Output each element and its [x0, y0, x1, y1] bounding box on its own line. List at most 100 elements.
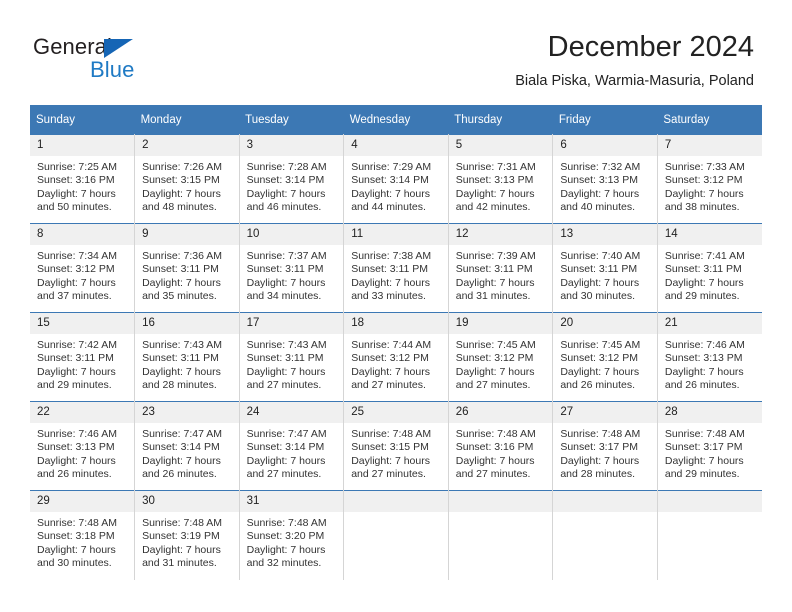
page-subtitle: Biala Piska, Warmia-Masuria, Poland [515, 73, 754, 89]
sunrise-text: Sunrise: 7:34 AM [37, 250, 117, 262]
sunset-text: Sunset: 3:11 PM [664, 263, 742, 276]
daylight-text-line1: Daylight: 7 hours [142, 276, 221, 289]
day-cell[interactable]: 2 Sunrise: 7:26 AM Sunset: 3:15 PM Dayli… [134, 134, 240, 224]
day-details: Sunrise: 7:48 AM Sunset: 3:19 PM Dayligh… [135, 512, 239, 571]
daylight-text-line1: Daylight: 7 hours [37, 365, 116, 378]
daylight-text-line1: Daylight: 7 hours [560, 276, 640, 289]
day-cell[interactable]: 8 Sunrise: 7:34 AM Sunset: 3:12 PM Dayli… [30, 223, 136, 313]
sunset-text: Sunset: 3:11 PM [246, 352, 324, 365]
sunrise-text: Sunrise: 7:33 AM [664, 161, 745, 173]
day-cell[interactable]: 17 Sunrise: 7:43 AM Sunset: 3:11 PM Dayl… [239, 312, 345, 402]
sunrise-text: Sunrise: 7:25 AM [37, 161, 117, 173]
daylight-text-line1: Daylight: 7 hours [351, 187, 430, 200]
daylight-text-line2: and 50 minutes. [37, 201, 112, 214]
day-details: Sunrise: 7:32 AM Sunset: 3:13 PM Dayligh… [553, 156, 657, 215]
day-details: Sunrise: 7:45 AM Sunset: 3:12 PM Dayligh… [553, 334, 657, 393]
day-details: Sunrise: 7:47 AM Sunset: 3:14 PM Dayligh… [135, 423, 239, 482]
sunset-text: Sunset: 3:11 PM [142, 263, 219, 276]
calendar-body: 1 Sunrise: 7:25 AM Sunset: 3:16 PM Dayli… [30, 134, 762, 580]
sunrise-text: Sunrise: 7:48 AM [37, 517, 117, 529]
day-cell[interactable]: 26 Sunrise: 7:48 AM Sunset: 3:16 PM Dayl… [448, 401, 554, 491]
daylight-text-line2: and 32 minutes. [246, 557, 322, 570]
day-cell[interactable]: 7 Sunrise: 7:33 AM Sunset: 3:12 PM Dayli… [657, 134, 762, 224]
sunrise-text: Sunrise: 7:32 AM [560, 161, 641, 173]
day-number [344, 491, 448, 512]
page-header: General Blue December 2024 Biala Piska, … [0, 0, 792, 100]
weekday-header-wednesday: Wednesday [343, 105, 449, 135]
daylight-text-line1: Daylight: 7 hours [246, 454, 326, 467]
sunrise-text: Sunrise: 7:28 AM [246, 161, 327, 173]
day-cell[interactable]: 12 Sunrise: 7:39 AM Sunset: 3:11 PM Dayl… [448, 223, 554, 313]
daylight-text-line2: and 27 minutes. [246, 379, 322, 392]
daylight-text-line2: and 30 minutes. [560, 290, 636, 303]
day-number: 7 [657, 135, 762, 156]
day-cell[interactable]: 16 Sunrise: 7:43 AM Sunset: 3:11 PM Dayl… [134, 312, 240, 402]
day-cell[interactable]: 11 Sunrise: 7:38 AM Sunset: 3:11 PM Dayl… [343, 223, 449, 313]
day-number: 6 [553, 135, 657, 156]
sunset-text: Sunset: 3:19 PM [142, 530, 220, 543]
week-row: 22 Sunrise: 7:46 AM Sunset: 3:13 PM Dayl… [30, 401, 762, 491]
day-cell[interactable]: 3 Sunrise: 7:28 AM Sunset: 3:14 PM Dayli… [239, 134, 345, 224]
sunset-text: Sunset: 3:12 PM [664, 174, 743, 187]
day-number: 12 [448, 224, 553, 245]
daylight-text-line1: Daylight: 7 hours [37, 187, 116, 200]
weekday-header-sunday: Sunday [30, 105, 135, 135]
sunrise-text: Sunrise: 7:47 AM [142, 428, 223, 440]
day-details: Sunrise: 7:48 AM Sunset: 3:18 PM Dayligh… [30, 512, 134, 571]
day-cell-empty [448, 490, 554, 580]
day-cell[interactable]: 4 Sunrise: 7:29 AM Sunset: 3:14 PM Dayli… [343, 134, 449, 224]
day-details: Sunrise: 7:39 AM Sunset: 3:11 PM Dayligh… [449, 245, 553, 304]
day-number: 15 [30, 313, 135, 334]
day-cell[interactable]: 15 Sunrise: 7:42 AM Sunset: 3:11 PM Dayl… [30, 312, 136, 402]
day-cell[interactable]: 9 Sunrise: 7:36 AM Sunset: 3:11 PM Dayli… [134, 223, 240, 313]
weekday-header-friday: Friday [552, 105, 658, 135]
sunset-text: Sunset: 3:14 PM [351, 174, 429, 187]
sunset-text: Sunset: 3:16 PM [37, 174, 115, 187]
day-cell[interactable]: 14 Sunrise: 7:41 AM Sunset: 3:11 PM Dayl… [657, 223, 762, 313]
day-cell[interactable]: 6 Sunrise: 7:32 AM Sunset: 3:13 PM Dayli… [552, 134, 658, 224]
daylight-text-line2: and 38 minutes. [664, 201, 740, 214]
daylight-text-line2: and 29 minutes. [37, 379, 112, 392]
day-cell[interactable]: 20 Sunrise: 7:45 AM Sunset: 3:12 PM Dayl… [552, 312, 658, 402]
day-cell-empty [343, 490, 449, 580]
day-cell[interactable]: 30 Sunrise: 7:48 AM Sunset: 3:19 PM Dayl… [134, 490, 240, 580]
daylight-text-line2: and 48 minutes. [142, 201, 217, 214]
day-number: 20 [553, 313, 657, 334]
daylight-text-line2: and 44 minutes. [351, 201, 426, 214]
day-number: 18 [344, 313, 448, 334]
day-cell[interactable]: 28 Sunrise: 7:48 AM Sunset: 3:17 PM Dayl… [657, 401, 762, 491]
day-number: 29 [30, 491, 135, 512]
day-cell[interactable]: 5 Sunrise: 7:31 AM Sunset: 3:13 PM Dayli… [448, 134, 554, 224]
day-cell[interactable]: 25 Sunrise: 7:48 AM Sunset: 3:15 PM Dayl… [343, 401, 449, 491]
day-details: Sunrise: 7:46 AM Sunset: 3:13 PM Dayligh… [658, 334, 762, 393]
day-cell[interactable]: 22 Sunrise: 7:46 AM Sunset: 3:13 PM Dayl… [30, 401, 136, 491]
day-cell[interactable]: 19 Sunrise: 7:45 AM Sunset: 3:12 PM Dayl… [448, 312, 554, 402]
daylight-text-line2: and 31 minutes. [455, 290, 531, 303]
day-cell[interactable]: 29 Sunrise: 7:48 AM Sunset: 3:18 PM Dayl… [30, 490, 136, 580]
sunset-text: Sunset: 3:20 PM [246, 530, 325, 543]
day-cell[interactable]: 18 Sunrise: 7:44 AM Sunset: 3:12 PM Dayl… [343, 312, 449, 402]
day-number: 22 [30, 402, 135, 423]
day-number: 16 [135, 313, 239, 334]
day-cell[interactable]: 24 Sunrise: 7:47 AM Sunset: 3:14 PM Dayl… [239, 401, 345, 491]
day-cell[interactable]: 31 Sunrise: 7:48 AM Sunset: 3:20 PM Dayl… [239, 490, 345, 580]
daylight-text-line2: and 29 minutes. [664, 468, 740, 481]
day-details: Sunrise: 7:34 AM Sunset: 3:12 PM Dayligh… [30, 245, 134, 304]
weekday-header-tuesday: Tuesday [239, 105, 344, 135]
day-number: 28 [657, 402, 762, 423]
daylight-text-line2: and 31 minutes. [142, 557, 217, 570]
day-cell[interactable]: 13 Sunrise: 7:40 AM Sunset: 3:11 PM Dayl… [552, 223, 658, 313]
day-cell[interactable]: 23 Sunrise: 7:47 AM Sunset: 3:14 PM Dayl… [134, 401, 240, 491]
day-cell[interactable]: 1 Sunrise: 7:25 AM Sunset: 3:16 PM Dayli… [30, 134, 136, 224]
day-number [657, 491, 762, 512]
sunrise-text: Sunrise: 7:45 AM [560, 339, 641, 351]
day-number: 9 [135, 224, 239, 245]
daylight-text-line2: and 27 minutes. [351, 468, 426, 481]
day-details: Sunrise: 7:28 AM Sunset: 3:14 PM Dayligh… [240, 156, 344, 215]
calendar-page: General Blue December 2024 Biala Piska, … [0, 0, 792, 612]
daylight-text-line2: and 27 minutes. [455, 468, 531, 481]
day-cell[interactable]: 21 Sunrise: 7:46 AM Sunset: 3:13 PM Dayl… [657, 312, 762, 402]
day-cell[interactable]: 10 Sunrise: 7:37 AM Sunset: 3:11 PM Dayl… [239, 223, 345, 313]
day-cell[interactable]: 27 Sunrise: 7:48 AM Sunset: 3:17 PM Dayl… [552, 401, 658, 491]
day-cell-empty [552, 490, 658, 580]
